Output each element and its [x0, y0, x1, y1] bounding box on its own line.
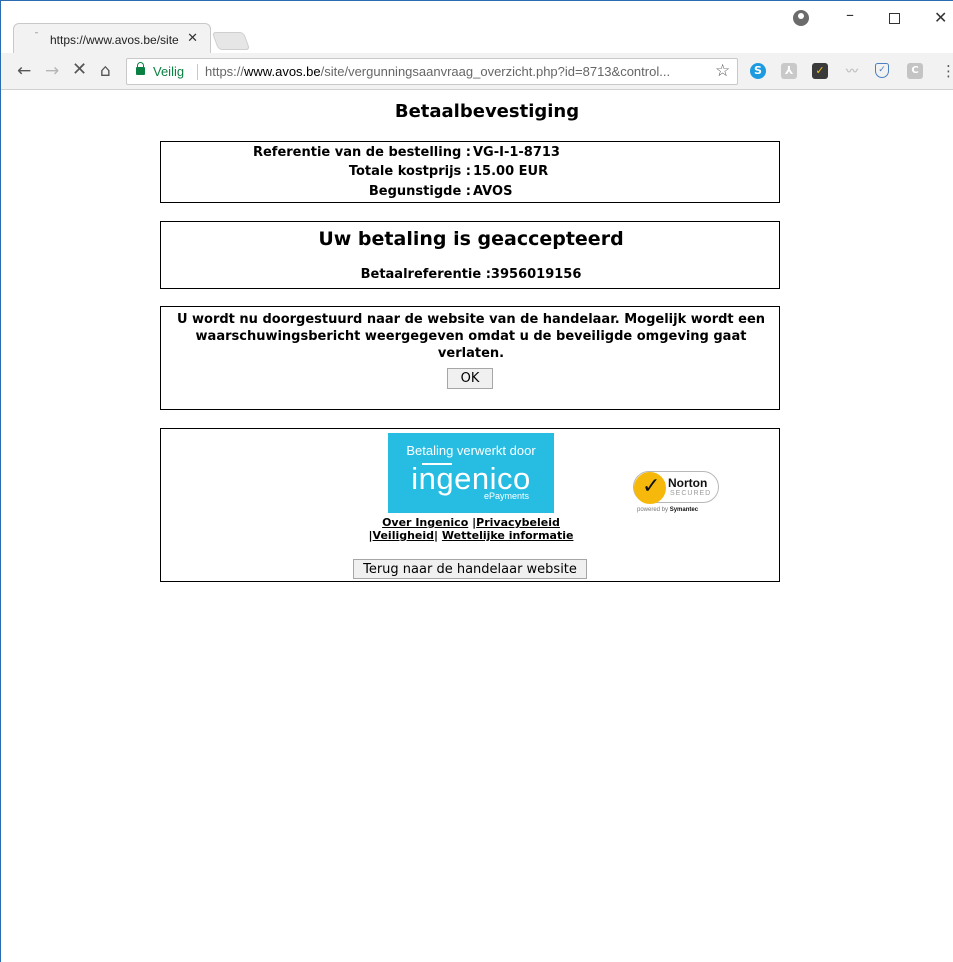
back-to-merchant-button[interactable]: Terug naar de handelaar website	[353, 559, 587, 579]
loading-icon: ˉ	[34, 32, 39, 43]
tick-extension-icon[interactable]: ✓	[812, 63, 828, 79]
bookmark-star-icon[interactable]: ☆	[715, 61, 730, 81]
summary-value: VG-I-1-8713	[473, 145, 560, 160]
security-link[interactable]: Veiligheid	[373, 529, 435, 542]
tab-strip: ˉ https://www.avos.be/site ✕ – ✕	[1, 1, 953, 53]
norton-powered-by: powered by Symantec	[637, 507, 698, 513]
redirect-message: U wordt nu doorgestuurd naar de website …	[176, 312, 766, 361]
maximize-button[interactable]	[889, 13, 900, 24]
skype-extension-icon[interactable]: S	[750, 63, 766, 79]
secure-label[interactable]: Veilig	[153, 64, 184, 79]
ingenico-sub: ePayments	[484, 491, 530, 501]
url-scheme: https://	[205, 64, 245, 79]
summary-value: 15.00 EUR	[473, 164, 549, 179]
privacy-link[interactable]: Privacybeleid	[476, 516, 560, 529]
norton-badge-frame: Norton SECURED	[633, 471, 719, 504]
page-content: Betaalbevestiging Referentie van de best…	[1, 91, 953, 962]
summary-label: Totale kostprijs :	[348, 164, 471, 179]
url-text[interactable]: https://www.avos.be/site/vergunningsaanv…	[205, 64, 710, 79]
back-icon[interactable]: ←	[17, 61, 31, 81]
profile-icon[interactable]	[793, 10, 809, 26]
norton-secured-label: SECURED	[670, 490, 712, 497]
payment-provider-box: Betaling verwerkt door ingenico ePayment…	[160, 428, 780, 582]
new-tab-button[interactable]	[211, 32, 251, 50]
norton-powered-prefix: powered by	[637, 507, 669, 513]
browser-toolbar: ← → ✕ ⌂ Veilig https://www.avos.be/site/…	[1, 53, 953, 90]
shield-extension-icon[interactable]: ✓	[875, 63, 889, 78]
redirect-notice-box: U wordt nu doorgestuurd naar de website …	[160, 306, 780, 410]
ingenico-caption: Betaling verwerkt door	[406, 443, 536, 458]
ok-button[interactable]: OK	[447, 368, 493, 389]
footer-links: Over Ingenico |Privacybeleid |Veiligheid…	[366, 516, 576, 542]
wifi-extension-icon[interactable]: 〰	[844, 63, 860, 79]
address-bar[interactable]: Veilig https://www.avos.be/site/vergunni…	[126, 58, 738, 85]
close-window-button[interactable]: ✕	[934, 8, 947, 27]
summary-value: AVOS	[473, 184, 513, 199]
checkmark-icon	[634, 472, 666, 504]
address-separator	[197, 64, 198, 80]
browser-menu-icon[interactable]: ⋮	[941, 62, 953, 80]
page-title: Betaalbevestiging	[394, 101, 580, 122]
stop-icon[interactable]: ✕	[72, 59, 87, 80]
summary-label: Referentie van de bestelling :	[252, 145, 471, 160]
tab-close-icon[interactable]: ✕	[187, 31, 198, 46]
ingenico-logo: Betaling verwerkt door ingenico ePayment…	[388, 433, 554, 513]
forward-icon[interactable]: →	[45, 61, 59, 81]
summary-row-total: Totale kostprijs : 15.00 EUR	[161, 164, 781, 182]
about-ingenico-link[interactable]: Over Ingenico	[382, 516, 468, 529]
legal-info-link[interactable]: Wettelijke informatie	[442, 529, 574, 542]
lock-icon[interactable]	[136, 62, 145, 75]
home-icon[interactable]: ⌂	[100, 61, 111, 81]
summary-row-beneficiary: Begunstigde : AVOS	[161, 184, 781, 202]
browser-tab[interactable]: ˉ https://www.avos.be/site ✕	[13, 23, 211, 53]
browser-window: ˉ https://www.avos.be/site ✕ – ✕ ← → ✕ ⌂…	[0, 0, 953, 962]
norton-name: Norton	[668, 476, 708, 490]
c-extension-icon[interactable]: C	[907, 63, 923, 79]
order-summary-box: Referentie van de bestelling : VG-I-1-87…	[160, 141, 780, 203]
norton-powered-brand: Symantec	[669, 507, 699, 513]
summary-label: Begunstigde :	[368, 184, 471, 199]
link-separator: |	[434, 529, 439, 542]
summary-row-reference: Referentie van de bestelling : VG-I-1-87…	[161, 145, 781, 163]
ingenico-name: ingenico	[411, 461, 531, 496]
pdf-extension-icon[interactable]: ⅄	[781, 63, 797, 79]
minimize-button[interactable]: –	[846, 5, 854, 24]
payment-accepted-heading: Uw betaling is geaccepteerd	[318, 228, 624, 250]
payment-reference: Betaalreferentie :3956019156	[360, 267, 582, 282]
tab-title: https://www.avos.be/site	[50, 33, 179, 47]
payment-status-box: Uw betaling is geaccepteerd Betaalrefere…	[160, 221, 780, 289]
norton-secured-badge[interactable]: Norton SECURED powered by Symantec	[631, 467, 721, 517]
url-host: www.avos.be	[244, 64, 321, 79]
url-path: /site/vergunningsaanvraag_overzicht.php?…	[320, 64, 671, 79]
